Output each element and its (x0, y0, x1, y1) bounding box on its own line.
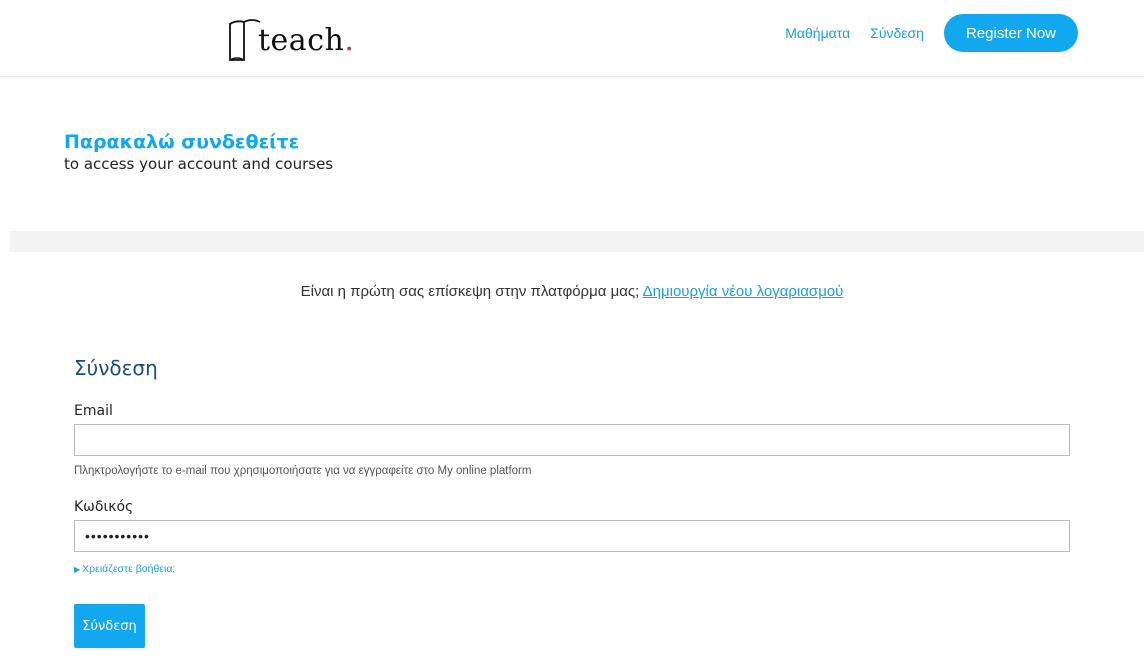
logo-text: teach. (258, 23, 355, 58)
email-help-text: Πληκτρολογήστε το e-mail που χρησιμοποιή… (74, 465, 532, 477)
nav-login-link[interactable]: Σύνδεση (870, 25, 924, 41)
first-visit-message: Είναι η πρώτη σας επίσκεψη στην πλατφόρμ… (300, 279, 844, 305)
main-nav: Μαθήματα Σύνδεση Register Now (785, 14, 1078, 52)
login-submit-button[interactable]: Σύνδεση (74, 604, 145, 648)
need-help-link[interactable]: ▶ Χρειάζεστε βοήθεια; (74, 563, 175, 575)
triangle-right-icon: ▶ (74, 565, 81, 574)
password-input[interactable] (74, 520, 1070, 552)
password-label: Κωδικός (74, 499, 134, 515)
site-header: teach. Μαθήματα Σύνδεση Register Now (0, 0, 1144, 77)
site-logo[interactable]: teach. (226, 14, 354, 64)
page-subtitle: to access your account and courses (64, 155, 334, 173)
section-divider (10, 231, 1144, 252)
register-now-button[interactable]: Register Now (943, 14, 1078, 52)
login-form-title: Σύνδεση (74, 356, 158, 380)
email-label: Email (74, 403, 113, 419)
need-help-label: Χρειάζεστε βοήθεια; (82, 563, 176, 575)
first-visit-text: Είναι η πρώτη σας επίσκεψη στην πλατφόρμ… (300, 283, 640, 300)
create-account-link[interactable]: Δημιουργία νέου λογαριασμού (643, 283, 844, 300)
nav-courses-link[interactable]: Μαθήματα (785, 25, 850, 41)
hero-section: Παρακαλώ συνδεθείτε to access your accou… (64, 130, 333, 174)
email-input[interactable] (74, 424, 1070, 456)
page-title: Παρακαλώ συνδεθείτε (64, 131, 300, 153)
